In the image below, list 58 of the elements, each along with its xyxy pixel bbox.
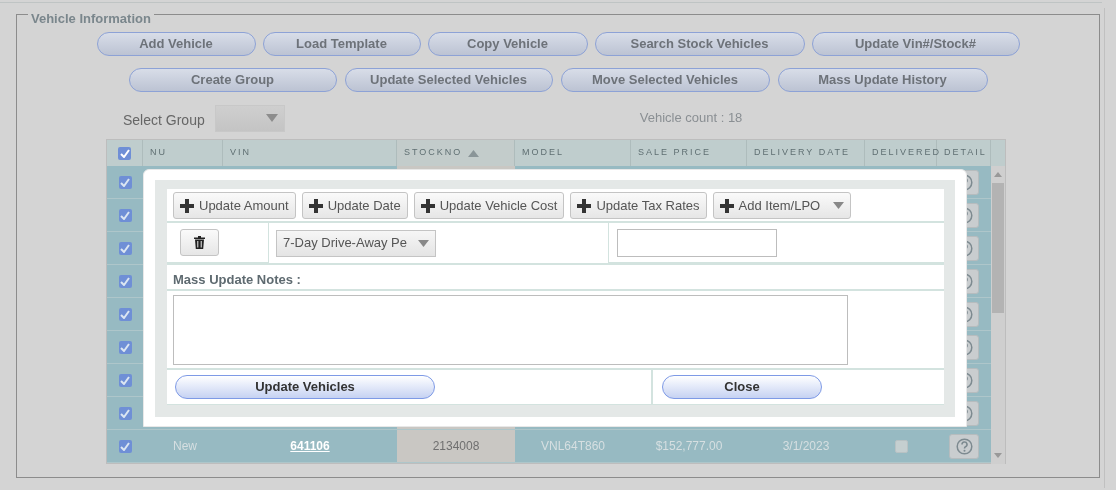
action-button[interactable]: Update Tax Rates xyxy=(570,192,707,219)
section-title: Vehicle Information xyxy=(31,11,151,26)
update-vehicles-button[interactable]: Update Vehicles xyxy=(175,375,435,399)
column-header[interactable]: STOCKNO xyxy=(397,140,515,166)
table-cell-text: 3/1/2023 xyxy=(782,438,830,455)
help-button[interactable] xyxy=(949,433,979,459)
scroll-up-icon[interactable] xyxy=(994,172,1002,177)
notes-label: Mass Update Notes : xyxy=(173,271,301,290)
group-dropdown[interactable] xyxy=(214,104,285,132)
checkbox[interactable] xyxy=(118,406,132,420)
toolbar-button[interactable]: Search Stock Vehicles xyxy=(594,32,805,56)
checkbox[interactable] xyxy=(118,373,132,387)
action-button[interactable]: Update Vehicle Cost xyxy=(413,192,565,219)
checkbox[interactable] xyxy=(118,307,132,321)
toolbar-button[interactable]: Create Group xyxy=(128,68,337,92)
scrollbar[interactable] xyxy=(991,166,1005,464)
plus-icon xyxy=(719,198,734,213)
table-cell-text: VNL64T860 xyxy=(540,438,605,455)
toolbar-button[interactable]: Add Vehicle xyxy=(96,32,256,56)
dropdown-button[interactable]: Add Item/LPO xyxy=(712,192,852,219)
checkbox[interactable] xyxy=(118,241,132,255)
trash-icon xyxy=(194,236,205,249)
toolbar-button[interactable]: Update Selected Vehicles xyxy=(344,68,553,92)
checkbox[interactable] xyxy=(118,146,131,160)
caret-icon xyxy=(418,239,429,247)
notes-field[interactable] xyxy=(173,295,848,365)
table-cell-text: New xyxy=(173,438,197,455)
select-group-label: Select Group xyxy=(123,110,205,130)
delete-button[interactable] xyxy=(180,229,219,256)
toolbar-button[interactable]: Mass Update History xyxy=(777,68,988,92)
vehicle-count: Vehicle count : 18 xyxy=(639,109,743,128)
close-button[interactable]: Close xyxy=(662,375,822,399)
vin-link[interactable]: 641106 xyxy=(290,437,330,455)
amount-field[interactable] xyxy=(617,228,777,257)
toolbar-button[interactable]: Update Vin#/Stock# xyxy=(811,32,1020,56)
checkbox[interactable] xyxy=(118,175,132,189)
checkbox[interactable] xyxy=(118,274,132,288)
plus-icon xyxy=(577,198,592,213)
checkbox[interactable] xyxy=(118,439,132,453)
help-icon xyxy=(955,437,973,455)
action-button[interactable]: Update Date xyxy=(301,192,408,219)
checkbox[interactable] xyxy=(118,208,132,222)
action-button[interactable]: Update Amount xyxy=(173,192,296,219)
caret-icon xyxy=(833,202,845,209)
toolbar-button[interactable]: Load Template xyxy=(262,32,421,56)
toolbar-button[interactable]: Copy Vehicle xyxy=(427,32,588,56)
caret-icon xyxy=(265,114,278,122)
type-dropdown[interactable]: 7-Day Drive-Away Pe xyxy=(276,229,436,257)
scroll-down-icon[interactable] xyxy=(994,453,1002,458)
plus-icon xyxy=(308,198,323,213)
checkbox[interactable] xyxy=(894,439,908,453)
table-cell-text: 2134008 xyxy=(432,438,480,455)
plus-icon xyxy=(420,198,435,213)
plus-icon xyxy=(180,198,194,213)
table-cell-text: $152,777.00 xyxy=(655,438,723,455)
checkbox[interactable] xyxy=(118,340,132,354)
toolbar-button[interactable]: Move Selected Vehicles xyxy=(560,68,770,92)
sort-ascending-icon xyxy=(468,149,480,157)
